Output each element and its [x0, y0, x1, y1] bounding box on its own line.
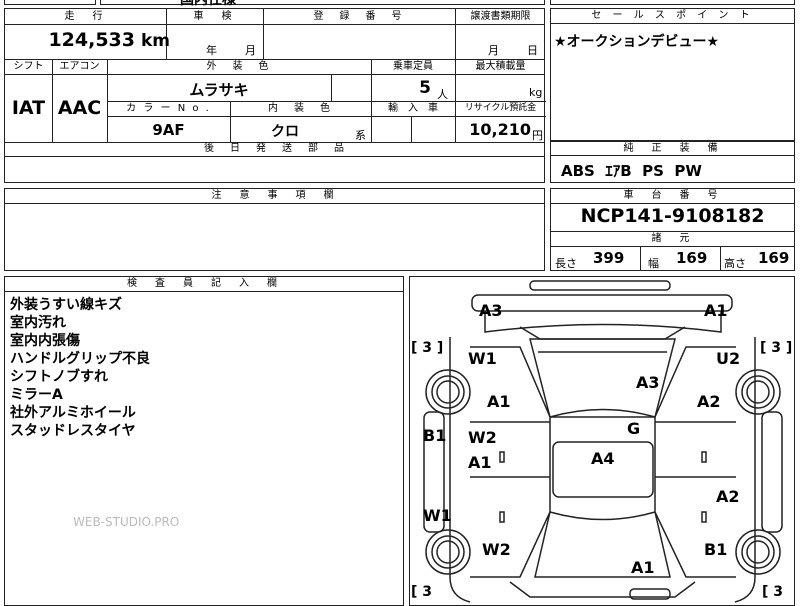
sales-point-header: セ ー ル ス ポ イ ン ト — [551, 9, 794, 24]
shift-label: シフト — [13, 61, 44, 72]
damage-code-label: W1 — [468, 349, 497, 368]
inspector-note: ミラーA — [10, 387, 63, 403]
transfer-day-label: 日 — [527, 44, 538, 57]
damage-code-label: B1 — [423, 426, 447, 445]
interior-suffix: 系 — [355, 129, 366, 142]
tire-tread-rear-right: [ 3 — [762, 584, 784, 600]
watermark: WEB-STUDIO.PRO — [73, 515, 180, 529]
exterior-label: 外 装 色 — [206, 61, 272, 72]
recycle-label: リサイクル預託金 — [464, 103, 537, 113]
equipment-text: ABS ｴｱB PS PW — [561, 162, 702, 180]
width-value: 169 — [676, 249, 708, 267]
caution-header: 注 意 事 項 欄 — [5, 189, 544, 204]
inspector-note: スタッドレスタイヤ — [10, 423, 136, 439]
caution-panel: 注 意 事 項 欄 — [4, 188, 545, 271]
damage-code-label: A4 — [591, 449, 615, 468]
height-label: 高さ — [724, 257, 746, 270]
inspection-month-label: 月 — [245, 44, 256, 57]
damage-code-label: A3 — [479, 301, 503, 320]
damage-code-label: W1 — [423, 506, 452, 525]
chassis-number: NCP141-9108182 — [580, 205, 765, 227]
tire-tread-front-right: [ 3 ] — [760, 340, 793, 356]
inspector-note: 社外アルミホイール — [10, 405, 136, 421]
capacity-value: 5 — [419, 78, 431, 98]
aircon-value: AAC — [57, 97, 102, 119]
chassis-panel: 車 台 番 号 NCP141-9108182 諸 元 長さ 399 幅 169 … — [550, 188, 795, 271]
damage-code-label: W2 — [482, 540, 511, 559]
inspection-year-label: 年 — [206, 44, 217, 57]
damage-code-label: U2 — [716, 349, 741, 368]
maxload-unit: kg — [529, 86, 543, 99]
damage-code-label: A1 — [468, 453, 492, 472]
damage-code-label: B1 — [704, 540, 728, 559]
capacity-unit: 人 — [437, 88, 448, 101]
transfer-month-label: 月 — [488, 44, 499, 57]
tire-tread-front-left: [ 3 ] — [411, 340, 444, 356]
damage-code-label: A2 — [716, 487, 740, 506]
import-label: 輸 入 車 — [388, 103, 438, 114]
inspector-note: 室内汚れ — [10, 315, 66, 331]
equipment-header: 純 正 装 備 — [551, 142, 794, 156]
color-no-label: カ ラ ー N o . — [126, 103, 211, 114]
specs-header: 諸 元 — [651, 233, 694, 244]
tire-tread-rear-left: [ 3 — [411, 584, 433, 600]
mileage-value: 124,533 — [48, 29, 135, 51]
registration-header: 登 録 番 号 — [313, 11, 405, 22]
inspector-panel: 検 査 員 記 入 欄 外装うすい線キズ 室内汚れ 室内内張傷 ハンドルグリップ… — [4, 276, 404, 606]
damage-code-label: A1 — [704, 301, 728, 320]
damage-code-label: A1 — [487, 392, 511, 411]
capacity-label: 乗車定員 — [393, 61, 433, 72]
top-strip: 国内仕様 — [0, 0, 800, 8]
interior-value: クロ — [271, 124, 299, 140]
mileage-header: 走 行 — [64, 11, 107, 22]
interior-label: 内 装 色 — [268, 103, 333, 114]
inspection-header: 車 検 — [193, 11, 236, 22]
later-parts-label: 後 日 発 送 部 品 — [204, 143, 347, 154]
damage-code-label: A1 — [631, 558, 655, 577]
equipment-panel: 純 正 装 備 ABS ｴｱB PS PW — [550, 141, 795, 183]
damage-code-label: G — [627, 419, 641, 438]
inspector-note: ハンドルグリップ不良 — [10, 351, 150, 367]
maxload-label: 最大積載量 — [475, 61, 526, 72]
color-no-value: 9AF — [152, 121, 185, 139]
length-value: 399 — [593, 249, 625, 267]
damage-code-label: A2 — [697, 392, 721, 411]
recycle-value: 10,210 — [469, 120, 531, 139]
inspector-note: 外装うすい線キズ — [10, 297, 122, 313]
exterior-value: ムラサキ — [189, 81, 249, 99]
inspector-note: シフトノブすれ — [10, 369, 108, 385]
damage-diagram-panel: [ 3 ] [ 3 ] [ 3 [ 3 A3 A1 W1 U2 A3 A1 A2… — [409, 276, 795, 606]
height-value: 169 — [758, 249, 790, 267]
damage-code-label: W2 — [468, 428, 497, 447]
inspector-note: 室内内張傷 — [10, 333, 80, 349]
shift-value: IAT — [11, 97, 46, 119]
chassis-header: 車 台 番 号 — [551, 189, 794, 204]
sales-point-text: ★オークションデビュー★ — [554, 34, 720, 50]
width-label: 幅 — [648, 257, 659, 270]
transfer-header: 譲渡書類期限 — [470, 11, 531, 22]
recycle-unit: 円 — [532, 129, 543, 142]
inspector-header: 検 査 員 記 入 欄 — [5, 277, 403, 292]
length-label: 長さ — [555, 257, 577, 270]
vehicle-info-panel: 走 行 車 検 登 録 番 号 譲渡書類期限 124,533 km 年 月 月 … — [4, 8, 546, 183]
sales-point-panel: セ ー ル ス ポ イ ン ト ★オークションデビュー★ — [550, 8, 795, 141]
aircon-label: エアコン — [59, 61, 100, 72]
damage-code-label: A3 — [636, 373, 660, 392]
mileage-unit: km — [141, 31, 171, 51]
